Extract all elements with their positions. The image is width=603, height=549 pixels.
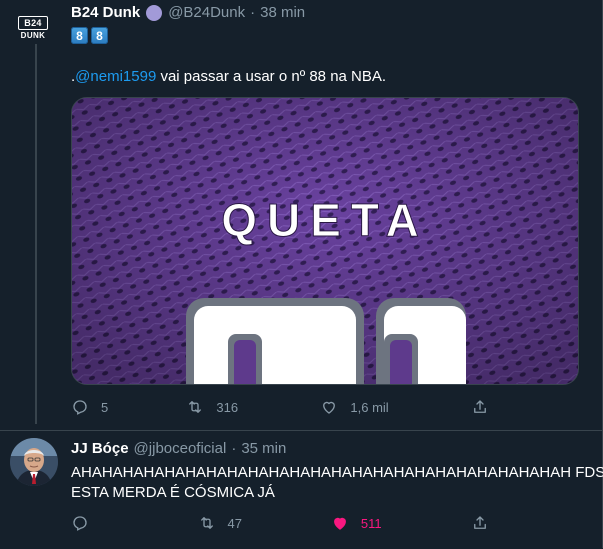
jersey-image: QUETA (72, 98, 578, 384)
tweet-text-line: AHAHAHAHAHAHAHAHAHAHAHAHAHAHAHAHAHAHAHAH… (71, 464, 603, 481)
retweet-button[interactable]: 47 (198, 514, 331, 532)
jjboce-avatar[interactable] (10, 438, 58, 486)
like-count: 1,6 mil (350, 399, 389, 415)
keycap-8-emoji: 8 (91, 27, 108, 44)
jersey-number (186, 298, 466, 384)
share-button[interactable] (471, 398, 501, 416)
reply-button[interactable]: 5 (71, 398, 186, 416)
avatar-photo (10, 438, 58, 486)
tweet-text: AHAHAHAHAHAHAHAHAHAHAHAHAHAHAHAHAHAHAHAH… (71, 463, 603, 503)
tweet-actions: 47 511 (71, 514, 501, 532)
tweet-time[interactable]: 38 min (260, 4, 305, 21)
reply-count: 5 (101, 399, 109, 415)
author-name[interactable]: JJ Bóçe (71, 440, 129, 457)
separator-dot: · (250, 4, 256, 21)
verified-badge-icon (146, 4, 163, 21)
retweet-count: 47 (227, 515, 242, 531)
tweet-header: JJ Bóçe @jjboceoficial · 35 min (71, 440, 286, 457)
emoji-row: 8 8 (71, 27, 108, 44)
b24dunk-avatar[interactable]: B24 DUNK (18, 16, 48, 40)
reply-button[interactable] (71, 514, 198, 532)
heart-icon (323, 401, 336, 414)
share-button[interactable] (471, 514, 501, 532)
separator-dot: · (231, 440, 237, 457)
like-count: 511 (360, 515, 382, 531)
share-icon (474, 400, 486, 413)
avatar-logo-top: B24 (18, 16, 48, 30)
retweet-icon (200, 517, 213, 529)
author-name[interactable]: B24 Dunk (71, 4, 140, 21)
tweet-jjboce[interactable]: JJ Bóçe @jjboceoficial · 35 min AHAHAHAH… (0, 430, 603, 549)
like-button[interactable]: 511 (331, 514, 471, 532)
tweet-image[interactable]: QUETA (71, 97, 579, 385)
jersey-name: QUETA (221, 194, 429, 246)
tweet-text-line: ESTA MERDA É CÓSMICA JÁ (71, 484, 275, 501)
avatar-logo-bottom: DUNK (20, 31, 46, 40)
heart-filled-icon (333, 517, 346, 530)
mention-link[interactable]: @nemi1599 (75, 68, 156, 85)
retweet-icon (189, 401, 202, 413)
share-icon (474, 516, 486, 529)
author-handle[interactable]: @B24Dunk (168, 4, 245, 21)
tweet-header: B24 Dunk @B24Dunk · 38 min (71, 4, 305, 21)
retweet-button[interactable]: 316 (186, 398, 320, 416)
text-body: vai passar a usar o nº 88 na NBA. (156, 68, 387, 85)
retweet-count: 316 (216, 399, 239, 415)
thread-line (35, 44, 37, 424)
reply-icon (73, 516, 87, 531)
tweet-time[interactable]: 35 min (241, 440, 286, 457)
tweet-actions: 5 316 1,6 mil (71, 398, 501, 416)
keycap-8-emoji: 8 (71, 27, 88, 44)
tweet-text: .@nemi1599 vai passar a usar o nº 88 na … (71, 68, 386, 85)
like-button[interactable]: 1,6 mil (320, 398, 471, 416)
tweet-b24dunk[interactable]: B24 DUNK B24 Dunk @B24Dunk · 38 min 8 8 … (0, 0, 603, 430)
author-handle[interactable]: @jjboceoficial (134, 440, 227, 457)
reply-icon (73, 400, 87, 415)
